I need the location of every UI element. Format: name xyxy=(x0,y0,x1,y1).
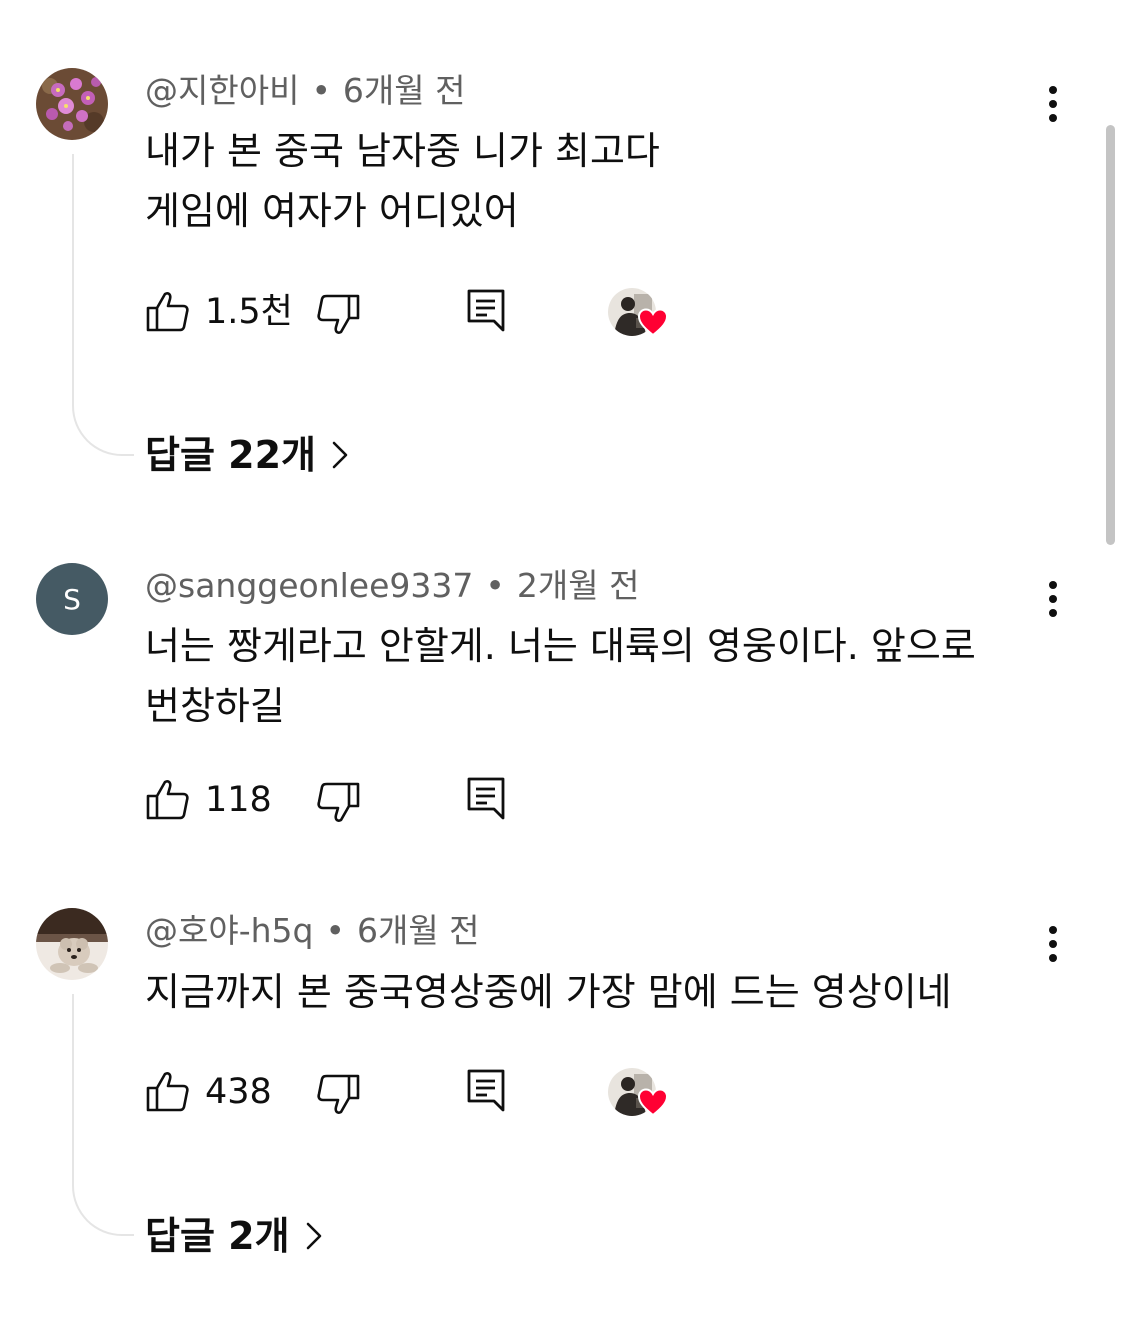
like-count: 118 xyxy=(205,780,272,820)
dog-photo-avatar-icon xyxy=(36,908,108,980)
chevron-right-icon xyxy=(332,441,348,468)
meta-separator: • xyxy=(311,71,331,110)
comment-meta: @호야-h5q • 6개월 전 xyxy=(145,911,480,951)
creator-heart-badge xyxy=(608,288,672,344)
reply-thread-line xyxy=(72,994,134,1236)
thumbs-down-icon[interactable] xyxy=(315,292,361,338)
more-vertical-icon[interactable] xyxy=(1034,922,1072,968)
reply-comment-icon[interactable] xyxy=(465,776,507,822)
comment-actions: 1.5천 xyxy=(145,288,745,338)
author-name[interactable]: @sanggeonlee9337 xyxy=(145,566,473,605)
comment-time: 6개월 전 xyxy=(356,911,480,950)
scrollbar[interactable] xyxy=(1106,125,1115,545)
meta-separator: • xyxy=(485,566,505,605)
thumbs-down-icon[interactable] xyxy=(315,1072,361,1118)
author-avatar[interactable]: S xyxy=(36,563,108,635)
comment-text: 내가 본 중국 남자중 니가 최고다 게임에 여자가 어디있어 xyxy=(145,121,660,241)
pink-flowers-avatar-icon xyxy=(36,68,108,140)
comment-line: 게임에 여자가 어디있어 xyxy=(145,189,519,233)
chevron-right-icon xyxy=(306,1222,321,1249)
comment-line: 내가 본 중국 남자중 니가 최고다 xyxy=(145,129,660,173)
replies-label: 답글 22개 xyxy=(145,433,316,477)
reply-comment-icon[interactable] xyxy=(465,288,507,334)
meta-separator: • xyxy=(325,911,345,950)
creator-heart-icon xyxy=(638,308,668,336)
comment-time: 2개월 전 xyxy=(516,566,640,605)
thumbs-up-icon[interactable] xyxy=(145,288,191,334)
comment-line: 너는 짱게라고 안할게. 너는 대륙의 영웅이다. 앞으로 xyxy=(145,624,976,668)
comment-actions: 118 xyxy=(145,776,745,826)
comment-time: 6개월 전 xyxy=(342,71,466,110)
thumbs-up-icon[interactable] xyxy=(145,776,191,822)
creator-heart-badge xyxy=(608,1068,672,1124)
more-vertical-icon[interactable] xyxy=(1034,82,1072,128)
like-count: 438 xyxy=(205,1072,272,1112)
creator-heart-icon xyxy=(638,1088,668,1116)
comment-meta: @지한아비 • 6개월 전 xyxy=(145,71,466,111)
replies-label: 답글 2개 xyxy=(145,1214,290,1258)
comment-meta: @sanggeonlee9337 • 2개월 전 xyxy=(145,566,639,606)
comment-text: 너는 짱게라고 안할게. 너는 대륙의 영웅이다. 앞으로 번창하길 xyxy=(145,616,976,736)
view-replies-button[interactable]: 답글 22개 xyxy=(145,430,350,480)
thumbs-up-icon[interactable] xyxy=(145,1068,191,1114)
comments-page: @지한아비 • 6개월 전 내가 본 중국 남자중 니가 최고다 게임에 여자가 어… xyxy=(0,0,1125,1320)
author-name[interactable]: @호야-h5q xyxy=(145,911,314,950)
reply-comment-icon[interactable] xyxy=(465,1068,507,1114)
comment-line: 번창하길 xyxy=(145,684,285,728)
comment-line: 지금까지 본 중국영상중에 가장 맘에 드는 영상이네 xyxy=(145,970,952,1014)
author-avatar[interactable] xyxy=(36,908,108,980)
view-replies-button[interactable]: 답글 2개 xyxy=(145,1211,324,1261)
like-count: 1.5천 xyxy=(205,292,293,332)
author-name[interactable]: @지한아비 xyxy=(145,71,299,110)
more-vertical-icon[interactable] xyxy=(1034,577,1072,623)
comment-text: 지금까지 본 중국영상중에 가장 맘에 드는 영상이네 xyxy=(145,962,952,1022)
thumbs-down-icon[interactable] xyxy=(315,780,361,826)
comment-actions: 438 xyxy=(145,1068,745,1118)
reply-thread-line xyxy=(72,154,134,456)
author-avatar[interactable] xyxy=(36,68,108,140)
